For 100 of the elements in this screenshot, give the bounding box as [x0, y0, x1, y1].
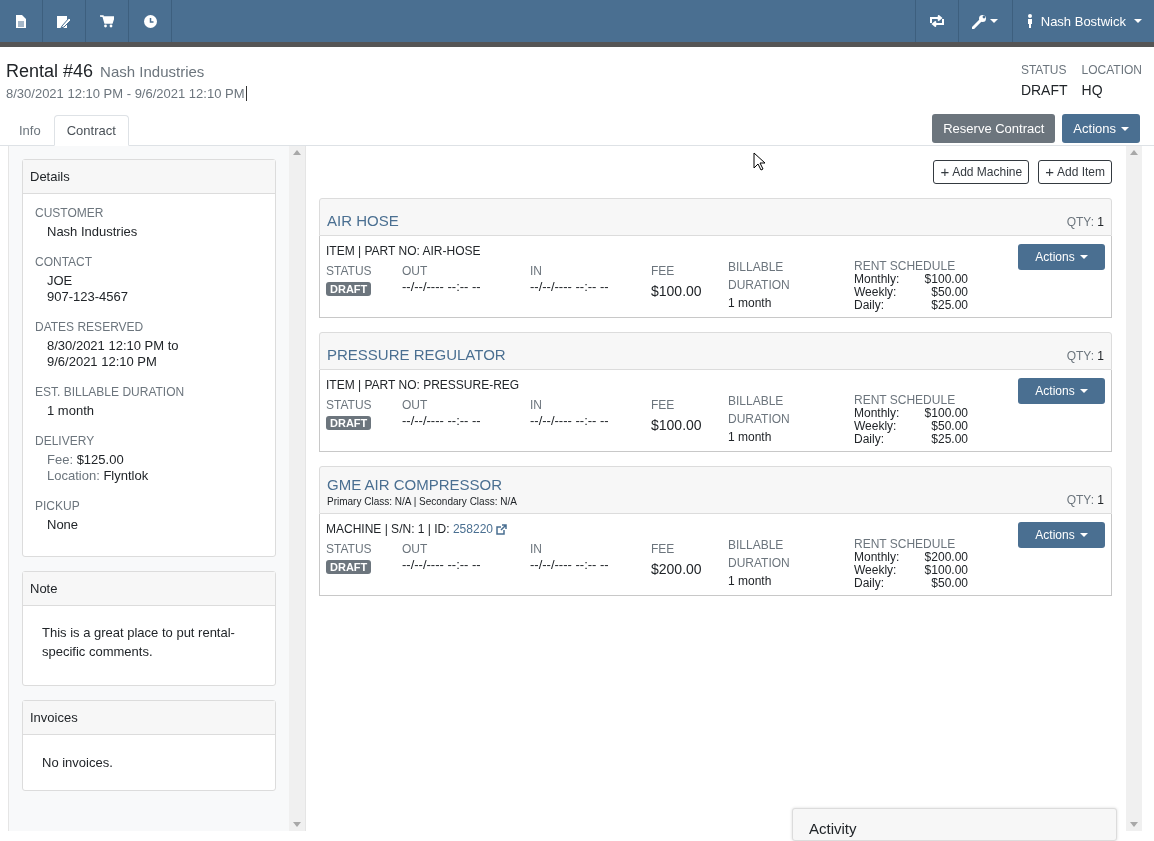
line-identifier: ITEM | PART NO: PRESSURE-REG — [326, 378, 520, 392]
status-badge: DRAFT — [326, 560, 372, 574]
rate-period: Daily: — [854, 299, 884, 312]
column-label: FEE — [651, 542, 676, 556]
column-label: BILLABLE DURATION — [728, 259, 788, 294]
field-label: PICKUP — [35, 499, 81, 513]
external-link-icon — [496, 523, 507, 535]
quantity: QTY: 1 — [1066, 493, 1104, 507]
field-value: 907-123-4567 — [47, 289, 129, 305]
meta-value: DRAFT — [1020, 82, 1068, 98]
field-value: 1 month — [47, 403, 95, 419]
column-label: BILLABLE DURATION — [728, 393, 788, 428]
billable-value: 1 month — [728, 295, 773, 312]
rate-period: Weekly: — [854, 286, 897, 299]
customer-name: Nash Industries — [100, 63, 205, 80]
field-value: JOE — [47, 273, 74, 289]
rate-period: Daily: — [854, 433, 884, 446]
meta-value: HQ — [1081, 82, 1104, 98]
field-key: Fee: — [47, 452, 73, 467]
rate-period: Monthly: — [854, 273, 900, 286]
reserve-contract-button[interactable]: Reserve Contract — [932, 114, 1056, 143]
field-value: None — [47, 517, 80, 533]
column-label: STATUS — [326, 398, 373, 412]
add-button[interactable]: + Add Machine — [933, 160, 1030, 184]
billable-value: 1 month — [728, 429, 773, 446]
note-text: This is a great place to put rental-specific comments. — [42, 624, 236, 661]
rate-price: $50.00 — [931, 286, 968, 299]
field-label: EST. BILLABLE DURATION — [35, 385, 186, 399]
actions-button[interactable]: Actions — [1018, 522, 1105, 548]
actions-button[interactable]: Actions — [1062, 114, 1140, 143]
invoices-text: No invoices. — [42, 755, 114, 770]
rate-period: Weekly: — [854, 420, 897, 433]
status-badge: DRAFT — [326, 416, 372, 430]
machine-id-link[interactable]: 258220 — [452, 522, 507, 536]
line-name: AIR HOSE — [327, 212, 399, 229]
in-date: --/--/---- --:-- -- — [530, 557, 610, 572]
rate-period: Monthly: — [854, 551, 900, 564]
activity-title: Activity — [809, 820, 857, 837]
quantity: QTY: 1 — [1066, 215, 1104, 229]
rate-price: $100.00 — [924, 273, 968, 286]
add-button[interactable]: + Add Item — [1038, 160, 1112, 184]
panel-header: Invoices — [23, 701, 275, 735]
line-identifier: MACHINE | S/N: 1 | ID: — [326, 522, 450, 536]
actions-button[interactable]: Actions — [1018, 378, 1105, 404]
column-label: STATUS — [326, 542, 373, 556]
out-date: --/--/---- --:-- -- — [402, 557, 482, 572]
panel-header: Note — [23, 572, 275, 606]
fee-value: $200.00 — [651, 561, 703, 577]
fee-value: $100.00 — [651, 283, 703, 299]
user-menu[interactable]: Nash Bostwick — [1011, 0, 1154, 42]
mouse-cursor-icon — [753, 152, 766, 171]
rate-period: Monthly: — [854, 407, 900, 420]
rate-price: $100.00 — [924, 564, 968, 577]
in-date: --/--/---- --:-- -- — [530, 413, 610, 428]
rental-title: Rental #46 — [6, 61, 94, 81]
meta-label: STATUS — [1020, 63, 1068, 77]
column-label: FEE — [651, 398, 676, 412]
column-label: FEE — [651, 264, 676, 278]
line-subtitle: Primary Class: N/A | Secondary Class: N/A — [327, 496, 517, 507]
field-key: Location: — [47, 468, 100, 483]
field-label: CONTACT — [35, 255, 94, 269]
rate-price: $50.00 — [931, 577, 968, 590]
rate-period: Daily: — [854, 577, 884, 590]
person-icon — [1026, 14, 1033, 28]
column-label: IN — [530, 542, 543, 556]
tab[interactable]: Contract — [53, 115, 129, 146]
field-label: CUSTOMER — [35, 206, 105, 220]
line-name: GME AIR COMPRESSOR — [327, 476, 504, 493]
quantity: QTY: 1 — [1066, 349, 1104, 363]
column-label: RENT SCHEDULE — [854, 537, 957, 551]
field-value: Flyntlok — [103, 468, 149, 483]
rental-dates: 8/30/2021 12:10 PM - 9/6/2021 12:10 PM — [6, 86, 247, 101]
line-name: PRESSURE REGULATOR — [327, 346, 506, 363]
field-label: DELIVERY — [35, 434, 96, 448]
rate-period: Weekly: — [854, 564, 897, 577]
field-value: $125.00 — [76, 452, 124, 467]
scrollbar[interactable] — [289, 146, 305, 831]
line-identifier: ITEM | PART NO: AIR-HOSE — [326, 244, 481, 258]
column-label: IN — [530, 264, 543, 278]
fee-value: $100.00 — [651, 417, 703, 433]
scrollbar[interactable] — [1126, 146, 1142, 831]
rate-price: $25.00 — [931, 299, 968, 312]
tab[interactable]: Info — [6, 115, 54, 146]
column-label: OUT — [402, 398, 429, 412]
status-badge: DRAFT — [326, 282, 372, 296]
column-label: RENT SCHEDULE — [854, 259, 957, 273]
field-value: Nash Industries — [47, 224, 139, 240]
column-label: OUT — [402, 542, 429, 556]
field-value: 8/30/2021 12:10 PM to — [47, 338, 180, 354]
rate-price: $50.00 — [931, 420, 968, 433]
rate-price: $100.00 — [924, 407, 968, 420]
rate-price: $25.00 — [931, 433, 968, 446]
out-date: --/--/---- --:-- -- — [402, 279, 482, 294]
actions-button[interactable]: Actions — [1018, 244, 1105, 270]
column-label: RENT SCHEDULE — [854, 393, 957, 407]
rate-price: $200.00 — [924, 551, 968, 564]
column-label: OUT — [402, 264, 429, 278]
out-date: --/--/---- --:-- -- — [402, 413, 482, 428]
meta-label: LOCATION — [1081, 63, 1142, 77]
in-date: --/--/---- --:-- -- — [530, 279, 610, 294]
